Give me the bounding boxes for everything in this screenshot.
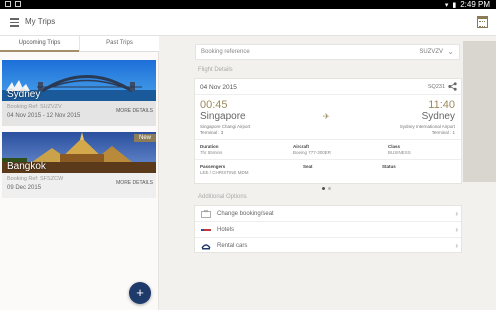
app-bar: My Trips <box>0 9 496 36</box>
trip-dates: 04 Nov 2015 - 12 Nov 2015 <box>7 113 81 119</box>
class-label: Class <box>388 144 401 149</box>
plane-icon: ✈ <box>323 112 330 121</box>
chevron-right-icon: › <box>455 241 458 250</box>
trips-list-pane: Upcoming Trips Past Trips Sydney Booking… <box>0 36 159 310</box>
additional-options-list: Change booking/seat › Hotels › Rental ca… <box>194 205 462 253</box>
arrival-airport: Sydney International Airport <box>399 124 455 129</box>
trip-card-sydney[interactable]: Sydney Booking Ref: SUZVZV 04 Nov 2015 -… <box>2 60 156 126</box>
trip-tabs: Upcoming Trips Past Trips <box>0 36 159 52</box>
page-dot[interactable] <box>322 187 325 190</box>
wifi-icon: ▾ <box>444 1 449 9</box>
trip-city: Bangkok <box>7 161 46 172</box>
more-details-button[interactable]: MORE DETAILS <box>116 108 153 114</box>
trip-booking-ref: Booking Ref: SUZVZV <box>7 104 62 110</box>
chevron-down-icon: ⌄ <box>447 47 454 56</box>
hotels-icon <box>201 229 211 231</box>
additional-options-label: Additional Options <box>198 194 247 200</box>
flight-card: 04 Nov 2015 SQ231 00:45 Singapore Singap… <box>194 78 462 184</box>
add-trip-button[interactable]: + <box>129 282 151 304</box>
chevron-right-icon: › <box>455 225 458 234</box>
flight-date: 04 Nov 2015 <box>200 84 237 91</box>
next-page-peek[interactable] <box>463 41 496 182</box>
tab-past-trips[interactable]: Past Trips <box>79 36 159 51</box>
notification-icon <box>5 1 11 7</box>
chevron-right-icon: › <box>455 209 458 218</box>
passengers-value: LEE / CHRISTINE MDM <box>200 170 249 175</box>
status-bar: ▾ ▮ 2:49 PM <box>0 0 496 9</box>
trip-dates: 09 Dec 2015 <box>7 185 42 191</box>
duration-label: Duration <box>200 144 219 149</box>
calendar-icon[interactable] <box>477 16 488 28</box>
trip-city: Sydney <box>7 89 41 100</box>
option-change-booking[interactable]: Change booking/seat › <box>195 206 461 222</box>
option-label: Hotels <box>217 227 235 233</box>
trip-card-bangkok[interactable]: New Bangkok Booking Ref: SFSZCW 09 Dec 2… <box>2 132 156 198</box>
share-icon[interactable] <box>448 82 457 91</box>
option-label: Rental cars <box>217 243 248 249</box>
arrival-city: Sydney <box>421 111 455 122</box>
class-value: BUSINESS <box>388 150 411 155</box>
flight-details-label: Flight Details <box>198 67 233 73</box>
battery-icon: ▮ <box>452 1 457 9</box>
suitcase-icon <box>201 210 211 218</box>
seat-label: Seat <box>303 164 313 169</box>
app-title: My Trips <box>25 17 56 26</box>
arrival-time: 11:40 <box>428 99 455 111</box>
arrival-terminal: Terminal : 1 <box>431 130 455 135</box>
tab-upcoming-trips[interactable]: Upcoming Trips <box>0 36 79 52</box>
option-hotels[interactable]: Hotels › <box>195 222 461 238</box>
menu-icon[interactable] <box>10 18 19 27</box>
rental-cars-icon <box>201 244 211 250</box>
option-rental-cars[interactable]: Rental cars › <box>195 238 461 254</box>
status-time: 2:49 PM <box>460 0 490 9</box>
booking-reference-value: SUZVZV <box>419 49 443 55</box>
departure-airport: Singapore Changi Airport <box>200 124 251 129</box>
trip-details-pane: Booking reference SUZVZV ⌄ Flight Detail… <box>160 36 496 310</box>
aircraft-label: Aircraft <box>293 144 310 149</box>
trip-booking-ref: Booking Ref: SFSZCW <box>7 176 64 182</box>
departure-terminal: Terminal : 3 <box>200 130 224 135</box>
flight-number: SQ231 <box>427 84 445 90</box>
new-badge: New <box>133 134 156 142</box>
duration-value: 7hr 55mins <box>200 150 223 155</box>
departure-time: 00:45 <box>200 99 228 111</box>
aircraft-value: Boeing 777-300ER <box>293 150 332 155</box>
notification-icon <box>15 1 21 7</box>
option-label: Change booking/seat <box>217 211 274 217</box>
departure-city: Singapore <box>200 111 246 122</box>
more-details-button[interactable]: MORE DETAILS <box>116 180 153 186</box>
status-label: Status <box>382 164 396 169</box>
booking-reference-label: Booking reference <box>201 49 250 55</box>
booking-reference-select[interactable]: Booking reference SUZVZV ⌄ <box>195 44 460 60</box>
page-indicator <box>322 187 331 190</box>
page-dot[interactable] <box>328 187 331 190</box>
passengers-label: Passengers <box>200 164 226 169</box>
